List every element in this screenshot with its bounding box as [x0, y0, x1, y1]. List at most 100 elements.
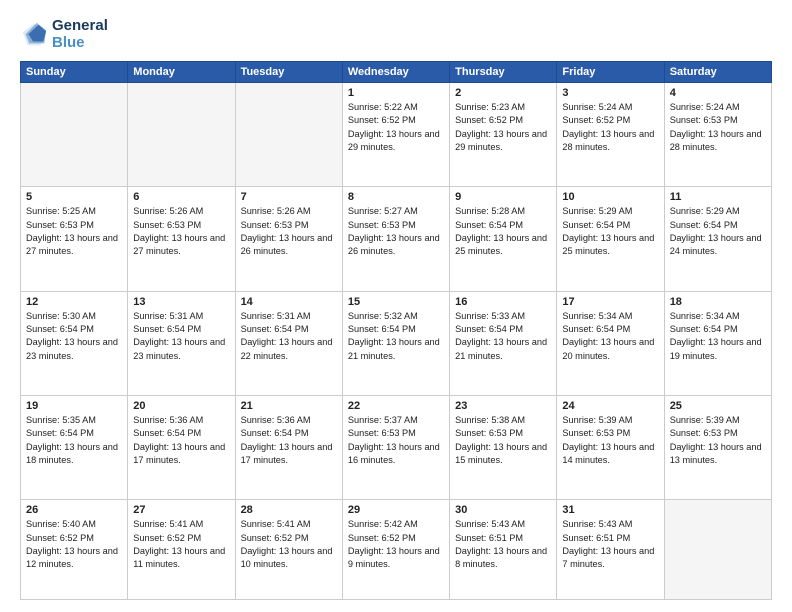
- day-info: Sunrise: 5:30 AM Sunset: 6:54 PM Dayligh…: [26, 310, 122, 363]
- calendar-cell: 23 Sunrise: 5:38 AM Sunset: 6:53 PM Dayli…: [450, 396, 557, 500]
- calendar-cell: 12 Sunrise: 5:30 AM Sunset: 6:54 PM Dayli…: [21, 291, 128, 395]
- day-number: 3: [562, 87, 658, 99]
- calendar-cell: [664, 500, 771, 600]
- day-number: 21: [241, 400, 337, 412]
- calendar-cell: 24 Sunrise: 5:39 AM Sunset: 6:53 PM Dayli…: [557, 396, 664, 500]
- logo-text: General Blue: [52, 18, 108, 51]
- day-number: 29: [348, 504, 444, 516]
- calendar-header-row: SundayMondayTuesdayWednesdayThursdayFrid…: [21, 62, 772, 83]
- day-number: 22: [348, 400, 444, 412]
- day-info: Sunrise: 5:24 AM Sunset: 6:53 PM Dayligh…: [670, 101, 766, 154]
- calendar-cell: 27Sunrise: 5:41 AM Sunset: 6:52 PM Dayli…: [128, 500, 235, 600]
- calendar-cell: 19 Sunrise: 5:35 AM Sunset: 6:54 PM Dayli…: [21, 396, 128, 500]
- day-number: 30: [455, 504, 551, 516]
- day-info: Sunrise: 5:29 AM Sunset: 6:54 PM Dayligh…: [562, 205, 658, 258]
- calendar-cell: 22 Sunrise: 5:37 AM Sunset: 6:53 PM Dayli…: [342, 396, 449, 500]
- calendar-cell: [21, 83, 128, 187]
- day-info: Sunrise: 5:32 AM Sunset: 6:54 PM Dayligh…: [348, 310, 444, 363]
- day-number: 28: [241, 504, 337, 516]
- calendar-week-1: 5 Sunrise: 5:25 AM Sunset: 6:53 PM Daylig…: [21, 187, 772, 291]
- calendar-cell: 6Sunrise: 5:26 AM Sunset: 6:53 PM Daylig…: [128, 187, 235, 291]
- day-info: Sunrise: 5:40 AM Sunset: 6:52 PM Dayligh…: [26, 518, 122, 571]
- day-info: Sunrise: 5:33 AM Sunset: 6:54 PM Dayligh…: [455, 310, 551, 363]
- calendar-header-sunday: Sunday: [21, 62, 128, 83]
- calendar-header-wednesday: Wednesday: [342, 62, 449, 83]
- calendar-cell: 9 Sunrise: 5:28 AM Sunset: 6:54 PM Daylig…: [450, 187, 557, 291]
- day-number: 8: [348, 191, 444, 203]
- calendar-cell: 16Sunrise: 5:33 AM Sunset: 6:54 PM Dayli…: [450, 291, 557, 395]
- day-info: Sunrise: 5:29 AM Sunset: 6:54 PM Dayligh…: [670, 205, 766, 258]
- calendar-cell: 17Sunrise: 5:34 AM Sunset: 6:54 PM Dayli…: [557, 291, 664, 395]
- calendar-cell: 14Sunrise: 5:31 AM Sunset: 6:54 PM Dayli…: [235, 291, 342, 395]
- calendar-week-2: 12 Sunrise: 5:30 AM Sunset: 6:54 PM Dayli…: [21, 291, 772, 395]
- day-number: 12: [26, 296, 122, 308]
- calendar-cell: [235, 83, 342, 187]
- day-number: 10: [562, 191, 658, 203]
- day-info: Sunrise: 5:35 AM Sunset: 6:54 PM Dayligh…: [26, 414, 122, 467]
- day-info: Sunrise: 5:27 AM Sunset: 6:53 PM Dayligh…: [348, 205, 444, 258]
- day-info: Sunrise: 5:31 AM Sunset: 6:54 PM Dayligh…: [241, 310, 337, 363]
- day-info: Sunrise: 5:24 AM Sunset: 6:52 PM Dayligh…: [562, 101, 658, 154]
- day-number: 9: [455, 191, 551, 203]
- day-number: 31: [562, 504, 658, 516]
- calendar-cell: 13 Sunrise: 5:31 AM Sunset: 6:54 PM Dayli…: [128, 291, 235, 395]
- day-info: Sunrise: 5:39 AM Sunset: 6:53 PM Dayligh…: [562, 414, 658, 467]
- day-info: Sunrise: 5:42 AM Sunset: 6:52 PM Dayligh…: [348, 518, 444, 571]
- day-info: Sunrise: 5:28 AM Sunset: 6:54 PM Dayligh…: [455, 205, 551, 258]
- calendar-header-friday: Friday: [557, 62, 664, 83]
- logo-icon: [20, 21, 48, 49]
- day-info: Sunrise: 5:23 AM Sunset: 6:52 PM Dayligh…: [455, 101, 551, 154]
- calendar-header-monday: Monday: [128, 62, 235, 83]
- logo: General Blue: [20, 18, 108, 51]
- calendar-cell: 11 Sunrise: 5:29 AM Sunset: 6:54 PM Dayli…: [664, 187, 771, 291]
- day-number: 5: [26, 191, 122, 203]
- day-number: 1: [348, 87, 444, 99]
- calendar-cell: 31 Sunrise: 5:43 AM Sunset: 6:51 PM Dayli…: [557, 500, 664, 600]
- day-number: 26: [26, 504, 122, 516]
- header: General Blue: [20, 18, 772, 51]
- day-number: 4: [670, 87, 766, 99]
- day-number: 25: [670, 400, 766, 412]
- day-info: Sunrise: 5:37 AM Sunset: 6:53 PM Dayligh…: [348, 414, 444, 467]
- calendar-cell: 26 Sunrise: 5:40 AM Sunset: 6:52 PM Dayli…: [21, 500, 128, 600]
- day-info: Sunrise: 5:26 AM Sunset: 6:53 PM Dayligh…: [133, 205, 229, 258]
- day-info: Sunrise: 5:36 AM Sunset: 6:54 PM Dayligh…: [241, 414, 337, 467]
- day-info: Sunrise: 5:34 AM Sunset: 6:54 PM Dayligh…: [670, 310, 766, 363]
- calendar-header-saturday: Saturday: [664, 62, 771, 83]
- calendar-cell: 5 Sunrise: 5:25 AM Sunset: 6:53 PM Daylig…: [21, 187, 128, 291]
- day-info: Sunrise: 5:41 AM Sunset: 6:52 PM Dayligh…: [241, 518, 337, 571]
- day-number: 23: [455, 400, 551, 412]
- calendar-cell: 25Sunrise: 5:39 AM Sunset: 6:53 PM Dayli…: [664, 396, 771, 500]
- day-number: 18: [670, 296, 766, 308]
- day-info: Sunrise: 5:26 AM Sunset: 6:53 PM Dayligh…: [241, 205, 337, 258]
- day-number: 15: [348, 296, 444, 308]
- day-number: 7: [241, 191, 337, 203]
- calendar-cell: 30Sunrise: 5:43 AM Sunset: 6:51 PM Dayli…: [450, 500, 557, 600]
- day-info: Sunrise: 5:22 AM Sunset: 6:52 PM Dayligh…: [348, 101, 444, 154]
- day-info: Sunrise: 5:34 AM Sunset: 6:54 PM Dayligh…: [562, 310, 658, 363]
- calendar-cell: 29 Sunrise: 5:42 AM Sunset: 6:52 PM Dayli…: [342, 500, 449, 600]
- calendar-cell: 2 Sunrise: 5:23 AM Sunset: 6:52 PM Daylig…: [450, 83, 557, 187]
- day-number: 2: [455, 87, 551, 99]
- day-number: 24: [562, 400, 658, 412]
- day-number: 13: [133, 296, 229, 308]
- day-number: 27: [133, 504, 229, 516]
- calendar-cell: [128, 83, 235, 187]
- calendar-cell: 21 Sunrise: 5:36 AM Sunset: 6:54 PM Dayli…: [235, 396, 342, 500]
- page: General Blue SundayMondayTuesdayWednesda…: [0, 0, 792, 612]
- calendar-cell: 3 Sunrise: 5:24 AM Sunset: 6:52 PM Daylig…: [557, 83, 664, 187]
- calendar-week-3: 19 Sunrise: 5:35 AM Sunset: 6:54 PM Dayli…: [21, 396, 772, 500]
- calendar-header-thursday: Thursday: [450, 62, 557, 83]
- day-info: Sunrise: 5:31 AM Sunset: 6:54 PM Dayligh…: [133, 310, 229, 363]
- calendar-cell: 4 Sunrise: 5:24 AM Sunset: 6:53 PM Daylig…: [664, 83, 771, 187]
- day-info: Sunrise: 5:38 AM Sunset: 6:53 PM Dayligh…: [455, 414, 551, 467]
- day-info: Sunrise: 5:43 AM Sunset: 6:51 PM Dayligh…: [562, 518, 658, 571]
- day-info: Sunrise: 5:25 AM Sunset: 6:53 PM Dayligh…: [26, 205, 122, 258]
- calendar-cell: 7 Sunrise: 5:26 AM Sunset: 6:53 PM Daylig…: [235, 187, 342, 291]
- day-number: 11: [670, 191, 766, 203]
- calendar-cell: 28 Sunrise: 5:41 AM Sunset: 6:52 PM Dayli…: [235, 500, 342, 600]
- calendar-cell: 1 Sunrise: 5:22 AM Sunset: 6:52 PM Daylig…: [342, 83, 449, 187]
- calendar-cell: 10 Sunrise: 5:29 AM Sunset: 6:54 PM Dayli…: [557, 187, 664, 291]
- day-number: 19: [26, 400, 122, 412]
- calendar-cell: 15 Sunrise: 5:32 AM Sunset: 6:54 PM Dayli…: [342, 291, 449, 395]
